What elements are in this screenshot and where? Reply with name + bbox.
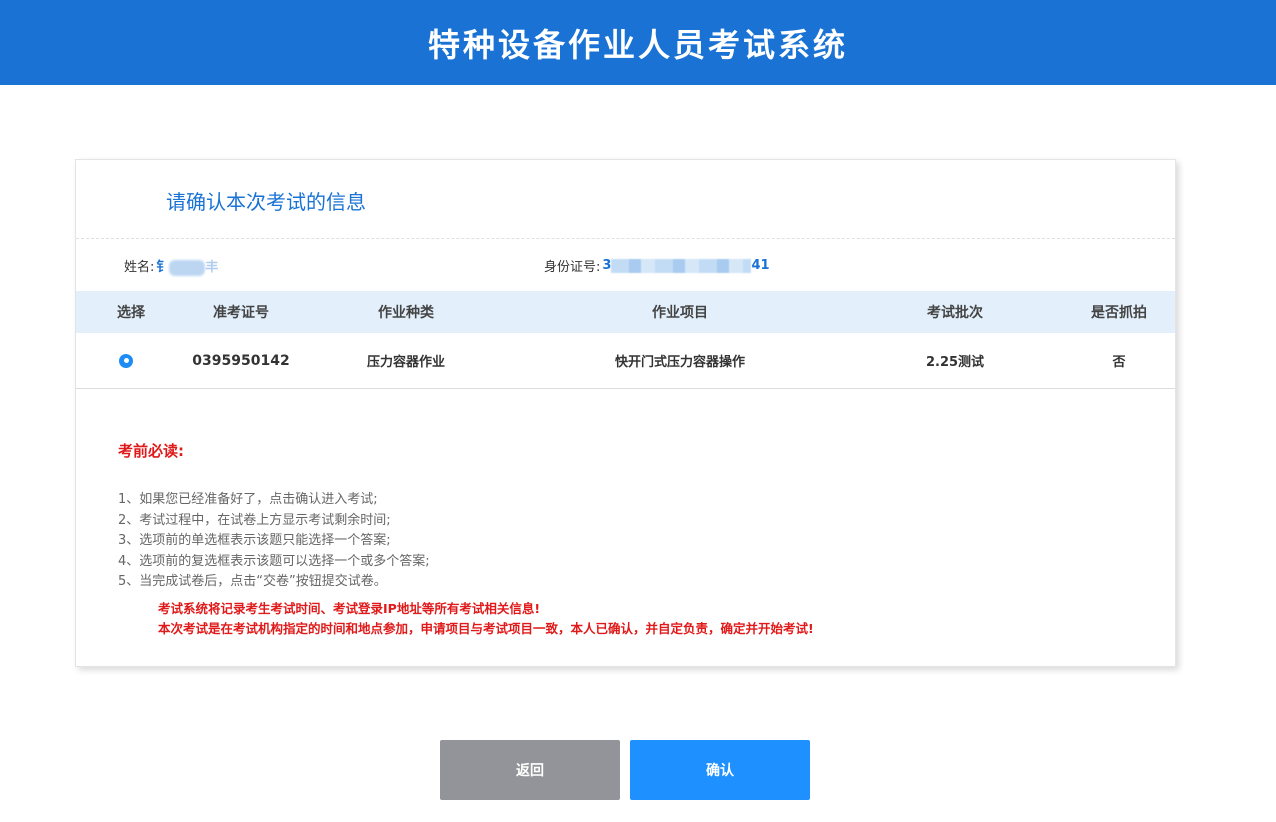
app-title: 特种设备作业人员考试系统 — [427, 25, 848, 64]
divider — [76, 238, 1175, 239]
ticket-no-cell: 0395950142 — [192, 352, 290, 369]
capture-cell: 否 — [1112, 355, 1126, 370]
category-cell: 压力容器作业 — [366, 355, 446, 370]
rule-item: 2、考试过程中，在试卷上方显示考试剩余时间; — [118, 512, 391, 528]
batch-cell: 2.25测试 — [925, 355, 985, 370]
rule-item: 4、选项前的复选框表示该题可以选择一个或多个答案; — [118, 553, 430, 569]
notice-title: 考前必读: — [118, 442, 184, 460]
rule-item: 5、当完成试卷后，点击“交卷”按钮提交试卷。 — [118, 574, 387, 589]
id-value-prefix: 3 — [602, 258, 612, 273]
name-value: 钅丰 — [156, 256, 218, 276]
name-value-prefix: 钅 — [156, 260, 170, 275]
project-cell: 快开门式压力容器操作 — [614, 355, 746, 370]
header-select: 选择 — [117, 305, 145, 321]
redaction-mask — [611, 258, 752, 273]
warning-item: 本次考试是在考试机构指定的时间和地点参加，申请项目与考试项目一致，本人已确认，并… — [158, 621, 814, 636]
select-radio[interactable] — [119, 333, 133, 388]
id-label: 身份证号: — [544, 260, 601, 275]
header-category: 作业种类 — [378, 305, 434, 321]
radio-selected-icon[interactable] — [119, 353, 133, 368]
warning-item: 考试系统将记录考生考试时间、考试登录IP地址等所有考试相关信息! — [158, 601, 541, 616]
candidate-id-number: 身份证号: 3 41 — [544, 256, 770, 275]
confirm-button[interactable]: 确认 — [630, 740, 810, 800]
notice-warnings: 考试系统将记录考生考试时间、考试登录IP地址等所有考试相关信息! 本次考试是在考… — [158, 599, 814, 639]
id-value: 3 41 — [602, 258, 769, 273]
exam-info-card: 请确认本次考试的信息 姓名: 钅丰 身份证号: 3 41 选择 准考证号 作业种类… — [75, 159, 1176, 667]
header-capture: 是否抓拍 — [1091, 305, 1147, 321]
back-button[interactable]: 返回 — [440, 740, 620, 800]
name-label: 姓名: — [124, 260, 155, 276]
header-ticket-no: 准考证号 — [213, 305, 269, 321]
top-header-bar: 特种设备作业人员考试系统 — [0, 0, 1276, 85]
rule-item: 1、如果您已经准备好了，点击确认进入考试; — [118, 492, 378, 507]
header-project: 作业项目 — [652, 305, 708, 321]
redaction-mask — [169, 259, 206, 276]
candidate-name: 姓名: 钅丰 — [124, 256, 218, 276]
rule-item: 3、选项前的单选框表示该题只能选择一个答案; — [118, 533, 391, 548]
header-batch: 考试批次 — [927, 305, 983, 321]
table-row[interactable]: 0395950142 压力容器作业 快开门式压力容器操作 2.25测试 否 — [76, 333, 1175, 389]
card-title: 请确认本次考试的信息 — [166, 190, 366, 214]
table-header: 选择 准考证号 作业种类 作业项目 考试批次 是否抓拍 — [76, 291, 1175, 333]
id-value-suffix: 41 — [751, 258, 770, 273]
notice-rules: 1、如果您已经准备好了，点击确认进入考试; 2、考试过程中，在试卷上方显示考试剩… — [118, 490, 430, 593]
name-value-suffix: 丰 — [205, 260, 219, 275]
